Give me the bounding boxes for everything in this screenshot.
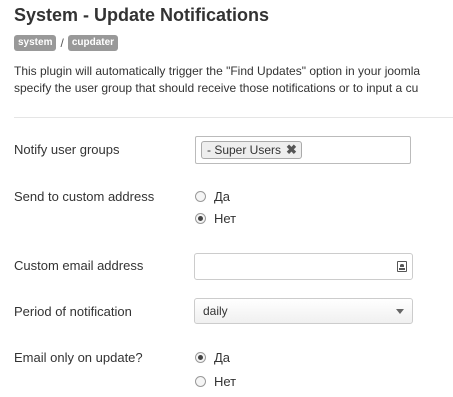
caret-down-icon [396, 309, 404, 314]
radio-label-yes: Да [214, 189, 231, 204]
radio-label-yes: Да [214, 350, 231, 365]
breadcrumb: system / cupdater [14, 35, 119, 51]
contact-card-icon [397, 261, 407, 272]
description-line-1: This plugin will automatically trigger t… [14, 64, 421, 78]
selected-group-label: - Super Users [207, 143, 282, 157]
email-update-radio-no[interactable]: Нет [195, 374, 236, 389]
radio-button-unchecked-icon[interactable] [195, 376, 206, 387]
custom-address-radio-yes[interactable]: Да [195, 189, 230, 204]
radio-button-checked-icon[interactable] [195, 213, 206, 224]
breadcrumb-badge-system: system [14, 35, 57, 51]
custom-email-input[interactable] [199, 255, 393, 280]
selected-group-chip: - Super Users ✖ [201, 141, 302, 159]
custom-email-label: Custom email address [14, 258, 144, 273]
radio-button-unchecked-icon[interactable] [195, 191, 206, 202]
user-groups-multiselect[interactable]: - Super Users ✖ [195, 136, 411, 164]
breadcrumb-badge-cupdater: cupdater [67, 35, 119, 51]
email-only-update-label: Email only on update? [14, 350, 143, 365]
custom-address-radio-no[interactable]: Нет [195, 211, 236, 226]
breadcrumb-separator: / [60, 36, 64, 50]
divider [14, 117, 453, 118]
custom-email-field[interactable] [194, 253, 413, 280]
radio-button-checked-icon[interactable] [195, 352, 206, 363]
custom-address-label: Send to custom address [14, 189, 155, 204]
period-label: Period of notification [14, 304, 132, 319]
period-selected-value: daily [203, 304, 228, 318]
remove-chip-icon[interactable]: ✖ [286, 142, 297, 158]
radio-label-no: Нет [214, 211, 237, 226]
period-select[interactable]: daily [194, 298, 413, 324]
radio-label-no: Нет [214, 374, 237, 389]
notify-groups-label: Notify user groups [14, 142, 120, 157]
plugin-description: This plugin will automatically trigger t… [14, 63, 453, 97]
email-update-radio-yes[interactable]: Да [195, 350, 230, 365]
description-line-2: specify the user group that should recei… [14, 81, 419, 95]
page-title: System - Update Notifications [14, 5, 270, 25]
